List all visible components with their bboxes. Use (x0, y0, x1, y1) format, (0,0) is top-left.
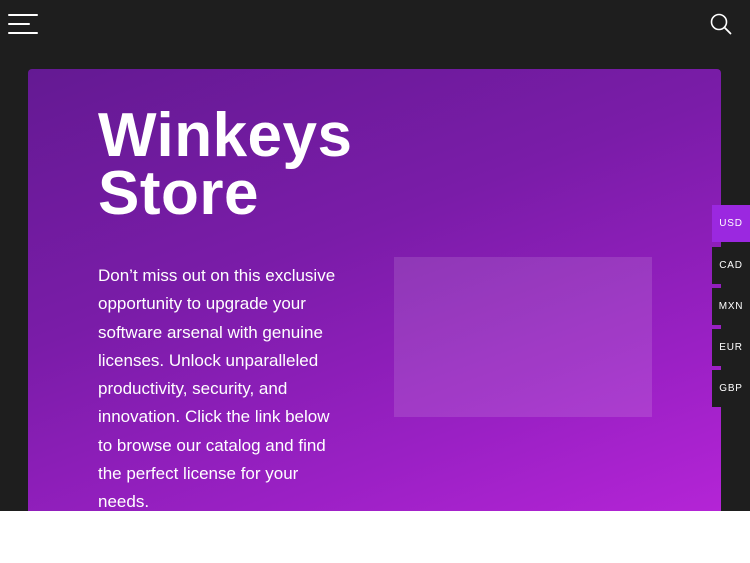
hero-description: Don’t miss out on this exclusive opportu… (98, 266, 336, 511)
page: Winkeys Store Don’t miss out on this exc… (0, 0, 750, 563)
search-icon[interactable] (709, 12, 733, 36)
currency-option-eur[interactable]: EUR (712, 329, 750, 366)
currency-option-cad[interactable]: CAD (712, 247, 750, 284)
hamburger-menu-icon[interactable] (8, 12, 40, 38)
page-title: Winkeys Store (98, 101, 353, 229)
menu-line (8, 32, 38, 34)
menu-line (8, 23, 30, 25)
currency-option-mxn[interactable]: MXN (712, 288, 750, 325)
menu-line (8, 14, 38, 16)
hero-banner: Winkeys Store Don’t miss out on this exc… (28, 69, 721, 511)
hero-image-placeholder (394, 257, 652, 417)
title-line: Winkeys (98, 101, 353, 170)
currency-option-usd[interactable]: USD (712, 205, 750, 242)
title-line: Store (98, 159, 259, 229)
currency-option-gbp[interactable]: GBP (712, 370, 750, 407)
page-footer-area (0, 511, 750, 563)
